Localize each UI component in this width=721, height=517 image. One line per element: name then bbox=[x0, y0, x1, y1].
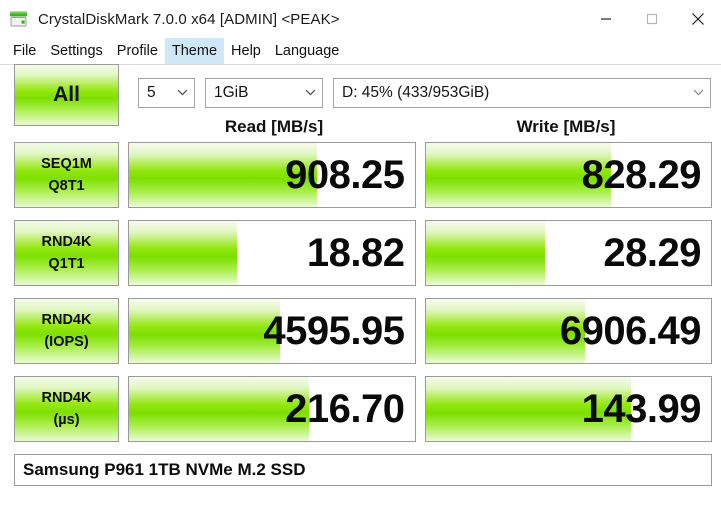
table-row: SEQ1M Q8T1 908.25 828.29 bbox=[14, 142, 712, 208]
read-result-seq1m-q8t1: 908.25 bbox=[128, 142, 416, 208]
read-value: 18.82 bbox=[306, 231, 405, 275]
run-count-dropdown[interactable]: 5 bbox=[138, 77, 195, 108]
disk-drive-icon bbox=[8, 8, 30, 30]
write-value: 828.29 bbox=[581, 153, 702, 197]
write-result-rnd4k-q1t1: 28.29 bbox=[424, 220, 712, 286]
read-value: 4595.95 bbox=[263, 309, 405, 353]
test-label-rnd4k-us[interactable]: RND4K (µs) bbox=[14, 376, 119, 442]
write-value: 28.29 bbox=[603, 231, 701, 275]
crystaldiskmark-window: CrystalDiskMark 7.0.0 x64 [ADMIN] <PEAK>… bbox=[0, 0, 721, 517]
write-result-rnd4k-iops: 6906.49 bbox=[424, 298, 712, 364]
comment-field[interactable]: Samsung P961 1TB NVMe M.2 SSD bbox=[14, 454, 712, 486]
write-value: 6906.49 bbox=[559, 309, 702, 353]
read-value: 216.70 bbox=[285, 387, 405, 431]
maximize-icon[interactable] bbox=[629, 0, 675, 38]
test-label-line2: Q8T1 bbox=[48, 178, 85, 194]
menu-item-settings[interactable]: Settings bbox=[43, 38, 109, 64]
test-label-line1: SEQ1M bbox=[41, 155, 92, 172]
test-label-line1: RND4K bbox=[41, 311, 92, 328]
read-result-rnd4k-q1t1: 18.82 bbox=[128, 220, 416, 286]
window-controls bbox=[583, 0, 721, 38]
results-grid: SEQ1M Q8T1 908.25 828.29 RND4K Q1T1 18.8… bbox=[0, 142, 721, 454]
table-row: RND4K (µs) 216.70 143.99 bbox=[14, 376, 712, 442]
menu-item-profile[interactable]: Profile bbox=[110, 38, 165, 64]
read-value: 908.25 bbox=[285, 153, 405, 197]
test-label-rnd4k-q1t1[interactable]: RND4K Q1T1 bbox=[14, 220, 119, 286]
close-icon[interactable] bbox=[675, 0, 721, 38]
test-label-line2: Q1T1 bbox=[48, 256, 85, 272]
test-label-rnd4k-iops[interactable]: RND4K (IOPS) bbox=[14, 298, 119, 364]
read-result-rnd4k-iops: 4595.95 bbox=[128, 298, 416, 364]
read-column-header: Read [MB/s] bbox=[224, 117, 324, 136]
menu-item-theme[interactable]: Theme bbox=[164, 38, 225, 64]
read-result-rnd4k-us: 216.70 bbox=[128, 376, 416, 442]
test-label-seq1m-q8t1[interactable]: SEQ1M Q8T1 bbox=[14, 142, 119, 208]
menu-item-file[interactable]: File bbox=[6, 38, 43, 64]
test-size-value: 1GiB bbox=[214, 83, 249, 101]
write-column-header: Write [MB/s] bbox=[516, 117, 616, 136]
title-bar: CrystalDiskMark 7.0.0 x64 [ADMIN] <PEAK> bbox=[0, 0, 721, 38]
table-row: RND4K Q1T1 18.82 28.29 bbox=[14, 220, 712, 286]
write-result-rnd4k-us: 143.99 bbox=[424, 376, 712, 442]
menu-item-language[interactable]: Language bbox=[268, 38, 347, 64]
table-row: RND4K (IOPS) 4595.95 6906.49 bbox=[14, 298, 712, 364]
test-size-dropdown[interactable]: 1GiB bbox=[205, 77, 323, 108]
target-drive-value: D: 45% (433/953GiB) bbox=[342, 83, 490, 101]
window-title: CrystalDiskMark 7.0.0 x64 [ADMIN] <PEAK> bbox=[38, 10, 340, 28]
run-count-value: 5 bbox=[147, 83, 156, 101]
minimize-icon[interactable] bbox=[583, 0, 629, 38]
write-result-seq1m-q8t1: 828.29 bbox=[424, 142, 712, 208]
chevron-down-icon bbox=[683, 89, 704, 96]
test-label-line2: (IOPS) bbox=[44, 334, 89, 350]
menu-item-help[interactable]: Help bbox=[224, 38, 268, 64]
toolbar: All 5 1GiB D: 45% (433/953GiB) bbox=[0, 63, 721, 126]
test-label-line1: RND4K bbox=[41, 233, 92, 250]
column-headers: Read [MB/s] Write [MB/s] bbox=[0, 112, 721, 142]
target-drive-dropdown[interactable]: D: 45% (433/953GiB) bbox=[333, 77, 711, 108]
chevron-down-icon bbox=[167, 89, 188, 96]
test-label-line2: (µs) bbox=[53, 412, 80, 428]
menu-bar: File Settings Profile Theme Help Languag… bbox=[0, 38, 721, 65]
test-label-line1: RND4K bbox=[41, 389, 92, 406]
chevron-down-icon bbox=[295, 89, 316, 96]
write-value: 143.99 bbox=[581, 387, 702, 431]
